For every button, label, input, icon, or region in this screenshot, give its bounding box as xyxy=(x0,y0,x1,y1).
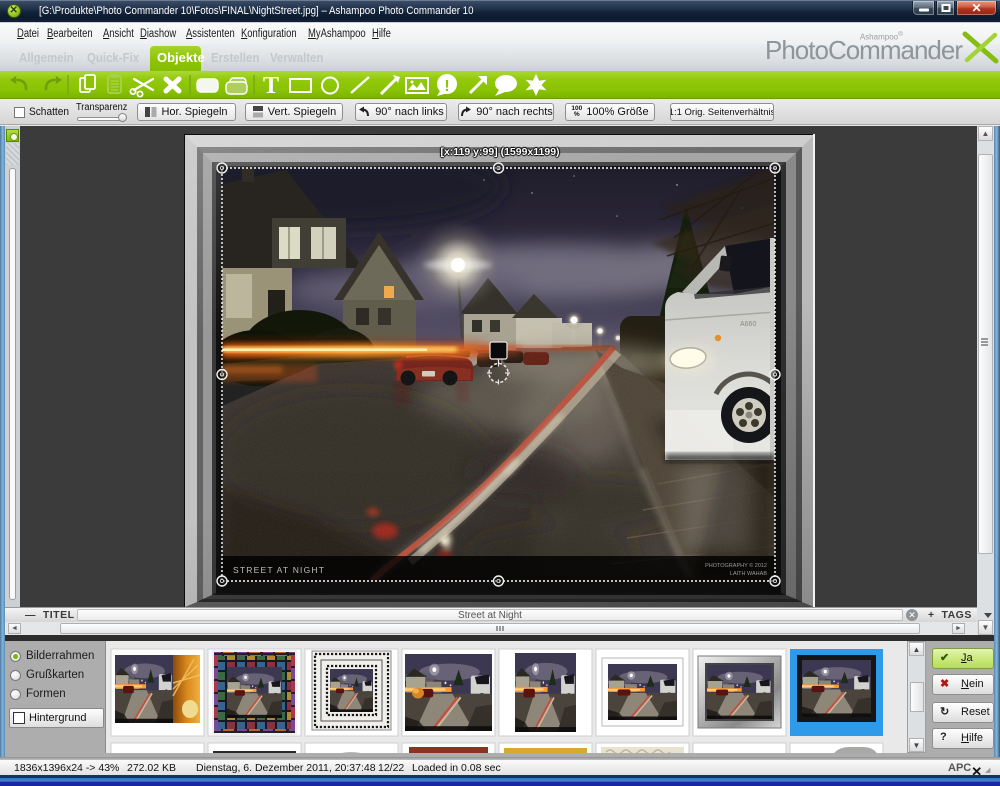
svg-text:T: T xyxy=(263,73,279,99)
svg-text:!: ! xyxy=(444,78,449,95)
